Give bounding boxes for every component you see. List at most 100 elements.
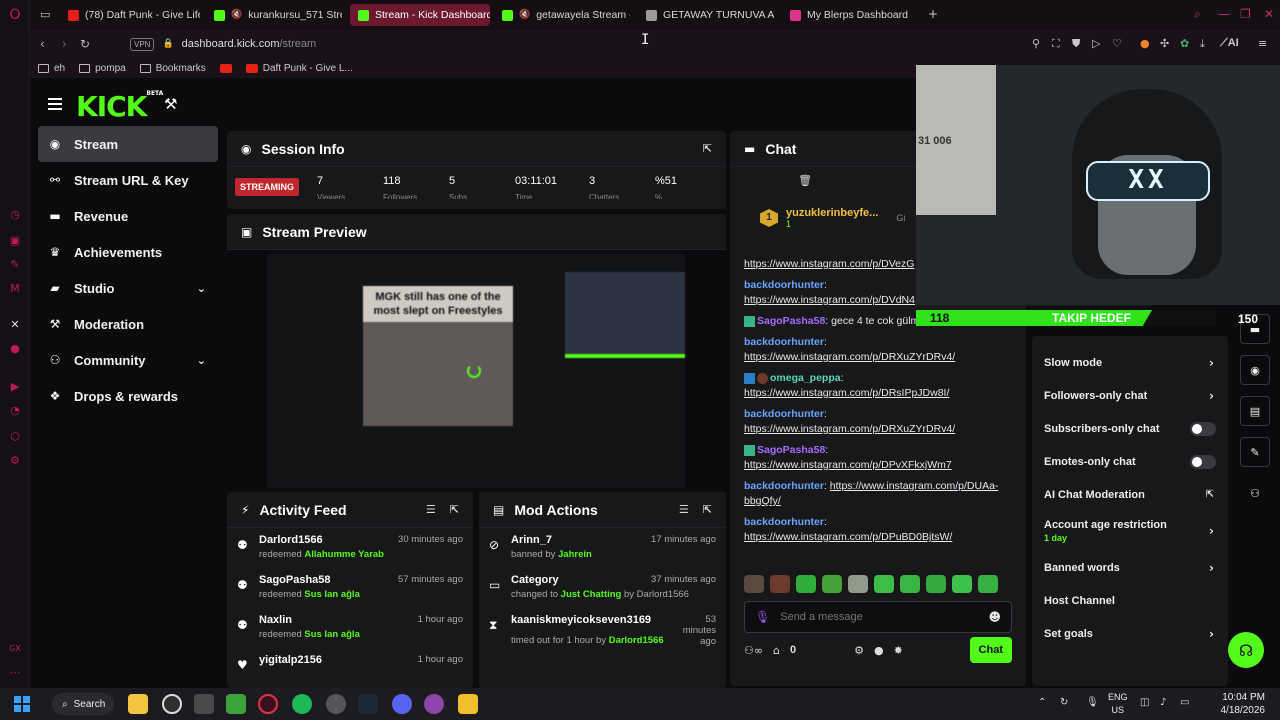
sidebar-item-stream-url-key[interactable]: ⚯ Stream URL & Key: [38, 162, 218, 198]
setting-host-channel[interactable]: Host Channel: [1032, 584, 1228, 617]
chat-input-box[interactable]: 🎙 ☻: [744, 601, 1012, 633]
filter-icon[interactable]: ☰: [679, 503, 689, 516]
settings-icon[interactable]: ⚙: [8, 454, 22, 468]
emote[interactable]: [744, 575, 764, 593]
opera-gx-icon[interactable]: [258, 694, 278, 714]
chat-users-icon[interactable]: ⚇∞: [744, 644, 763, 657]
tab-getaway-turnuva[interactable]: GETAWAY TURNUVA AG: [638, 4, 774, 26]
back-icon[interactable]: ‹: [40, 37, 45, 51]
extension-orange-icon[interactable]: ●: [1140, 37, 1150, 50]
play-icon[interactable]: ▷: [1092, 37, 1100, 50]
screenshot-icon[interactable]: ⛶: [1052, 37, 1060, 51]
url-text[interactable]: dashboard.kick.com/stream: [182, 38, 317, 50]
mod-tools-icon[interactable]: ⚒: [164, 95, 177, 113]
steam-icon[interactable]: [358, 694, 378, 714]
subscribers-only-toggle[interactable]: [1190, 421, 1216, 436]
emote[interactable]: [822, 575, 842, 593]
emote[interactable]: [848, 575, 868, 593]
setting-ai-moderation[interactable]: AI Chat Moderation ⇱: [1032, 478, 1228, 511]
emote[interactable]: [874, 575, 894, 593]
battery-icon[interactable]: ▭: [1180, 697, 1189, 708]
store-icon[interactable]: ⌂: [773, 644, 780, 657]
send-chat-button[interactable]: Chat: [969, 637, 1012, 663]
heart-icon[interactable]: ♡: [1112, 37, 1122, 50]
history-icon[interactable]: ◷: [8, 208, 22, 222]
app-purple-icon[interactable]: [424, 694, 444, 714]
microphone-icon[interactable]: 🎙: [755, 610, 770, 624]
opera-logo-icon[interactable]: O: [8, 8, 22, 22]
emote[interactable]: [900, 575, 920, 593]
ai-button[interactable]: ⟋AI: [1220, 37, 1239, 50]
tools-rail-icon[interactable]: ✎: [1240, 437, 1270, 467]
spotify-icon[interactable]: [292, 694, 312, 714]
setting-emotes-only[interactable]: Emotes-only chat: [1032, 445, 1228, 478]
menu-icon[interactable]: ≡: [1258, 37, 1267, 50]
puzzle-icon[interactable]: ✣: [1160, 37, 1169, 50]
chrome-icon[interactable]: [326, 694, 346, 714]
sidebar-item-achievements[interactable]: ♛ Achievements: [38, 234, 218, 270]
setting-subscribers-only[interactable]: Subscribers-only chat: [1032, 412, 1228, 445]
search-tabs-icon[interactable]: ⌕: [1194, 7, 1201, 22]
discord-icon[interactable]: [392, 694, 412, 714]
workspace-icon[interactable]: ▭: [40, 8, 50, 21]
sidebar-item-stream[interactable]: ◉ Stream: [38, 126, 218, 162]
file-explorer-icon[interactable]: [128, 694, 148, 714]
start-button[interactable]: [14, 696, 30, 712]
sidebar-item-studio[interactable]: ▰ Studio ⌄: [38, 270, 218, 306]
language-indicator[interactable]: ENG US: [1108, 691, 1128, 717]
minecraft-icon[interactable]: [226, 694, 246, 714]
trash-icon[interactable]: 🗑: [798, 174, 812, 187]
setting-followers-only[interactable]: Followers-only chat ›: [1032, 379, 1228, 412]
popout-icon[interactable]: ⇱: [703, 503, 712, 516]
bookmark-youtube[interactable]: [219, 63, 232, 73]
tab-daft-punk[interactable]: (78) Daft Punk - Give Life: [60, 4, 200, 26]
broadcast-rail-icon[interactable]: ◉: [1240, 355, 1270, 385]
popout-icon[interactable]: ⇱: [703, 142, 712, 155]
app-icon[interactable]: [194, 694, 214, 714]
obs-icon[interactable]: [162, 694, 182, 714]
popout-icon[interactable]: ⇱: [450, 503, 459, 516]
tab-kick-dashboard[interactable]: Stream - Kick Dashboard: [350, 4, 490, 26]
more-icon[interactable]: ⋯: [8, 666, 22, 680]
help-headset-icon[interactable]: ☊: [1228, 632, 1264, 668]
bookmark-daft-punk[interactable]: Daft Punk - Give L...: [245, 63, 353, 74]
sidebar-item-moderation[interactable]: ⚒ Moderation: [38, 306, 218, 342]
close-icon[interactable]: ✕: [1264, 7, 1274, 21]
emote[interactable]: [770, 575, 790, 593]
emote[interactable]: [978, 575, 998, 593]
bookmark-folder-bookmarks[interactable]: Bookmarks: [139, 63, 206, 74]
tray-sync-icon[interactable]: ↻: [1060, 697, 1068, 708]
kick-logo[interactable]: KICKBETA: [76, 90, 163, 123]
lock-icon[interactable]: 🔒: [162, 39, 173, 49]
forward-icon[interactable]: ›: [62, 37, 67, 51]
download-icon[interactable]: ⤓: [1200, 37, 1205, 51]
emote[interactable]: [796, 575, 816, 593]
app-yellow-icon[interactable]: [458, 694, 478, 714]
setting-account-age[interactable]: Account age restriction 1 day ›: [1032, 511, 1228, 551]
extension-green-icon[interactable]: ✿: [1180, 37, 1189, 50]
new-tab-button[interactable]: +: [928, 7, 938, 21]
shield-icon[interactable]: ⛊: [1072, 37, 1080, 51]
wallet-icon[interactable]: ▣: [8, 234, 22, 248]
setting-slow-mode[interactable]: Slow mode ›: [1032, 346, 1228, 379]
wifi-icon[interactable]: ◫: [1140, 697, 1149, 708]
x-twitter-icon[interactable]: ✕: [8, 318, 22, 332]
emoji-icon[interactable]: ☻: [988, 610, 1001, 624]
emotes-only-toggle[interactable]: [1190, 454, 1216, 469]
filter-icon[interactable]: ☰: [426, 503, 436, 516]
chat-message-input[interactable]: [780, 611, 979, 623]
shortcut-icon[interactable]: ✸: [894, 644, 903, 657]
stream-preview-video[interactable]: MGK still has one of the most slept on F…: [267, 254, 685, 488]
bookmark-folder-eh[interactable]: eh: [38, 63, 65, 74]
chat-gear-icon[interactable]: ⚙: [854, 644, 864, 657]
tray-mic-icon[interactable]: 🎙: [1086, 697, 1099, 708]
extensions-icon[interactable]: ⬡: [8, 430, 22, 444]
notes-icon[interactable]: ✎: [8, 258, 22, 272]
tab-kurankursu[interactable]: 🔇 kurankursu_571 Stream: [206, 4, 342, 26]
emote[interactable]: [952, 575, 972, 593]
messenger-icon[interactable]: M: [8, 282, 22, 296]
gx-icon[interactable]: GX: [8, 642, 22, 656]
setting-set-goals[interactable]: Set goals ›: [1032, 617, 1228, 650]
maximize-icon[interactable]: ❐: [1240, 7, 1251, 21]
pin-icon[interactable]: ⚲: [1032, 37, 1040, 50]
